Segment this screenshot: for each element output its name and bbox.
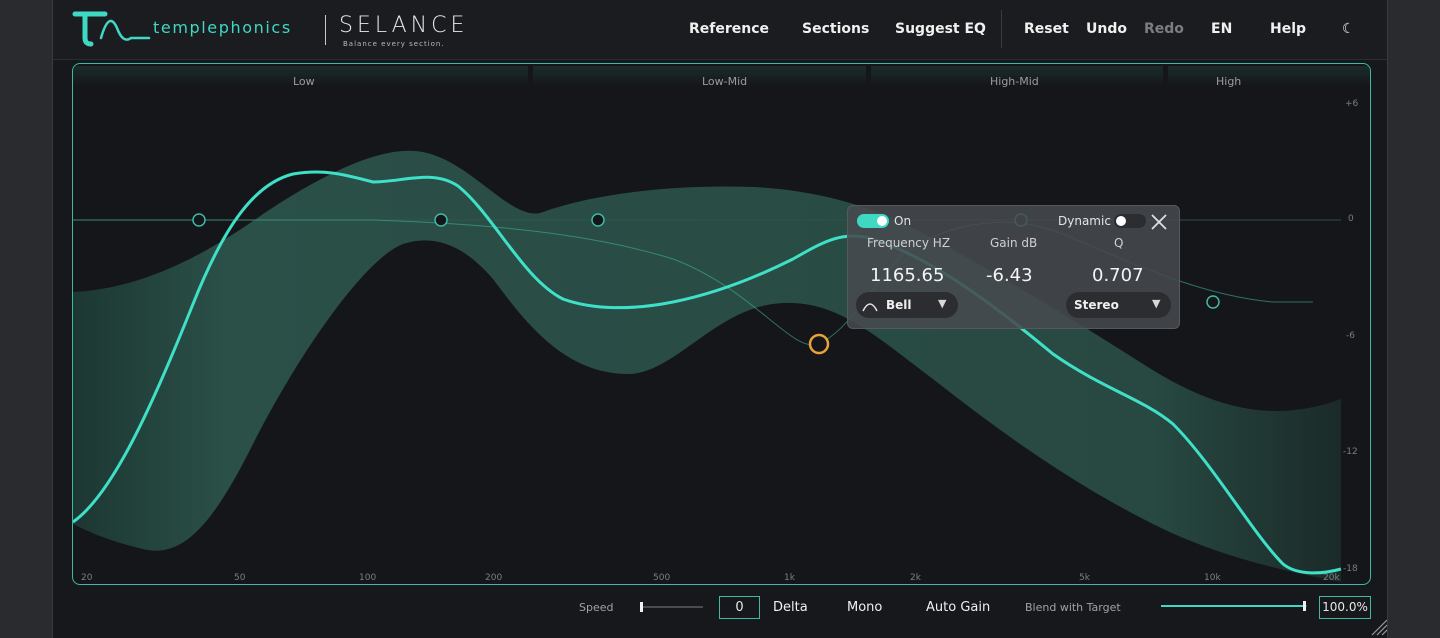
theme-toggle-icon[interactable]: ☾ <box>1342 21 1355 37</box>
speed-label: Speed <box>579 601 614 614</box>
frequency-value[interactable]: 1165.65 <box>870 265 944 286</box>
help-button[interactable]: Help <box>1270 21 1306 37</box>
channel-dropdown[interactable]: Stereo ▼ <box>1066 292 1171 318</box>
brand-name: templephonics <box>153 18 292 37</box>
selected-band-node[interactable] <box>808 333 830 355</box>
filter-shape-dropdown[interactable]: Bell ▼ <box>856 292 958 318</box>
q-label: Q <box>1114 236 1124 250</box>
freq-tick: 20k <box>1323 573 1340 583</box>
brand-divider <box>325 15 326 45</box>
suggest-eq-button[interactable]: Suggest EQ <box>895 21 986 37</box>
speed-slider[interactable] <box>639 600 705 614</box>
freq-tick: 50 <box>234 573 246 583</box>
band-settings-popup: On Dynamic Frequency HZ Gain dB Q 1165.6… <box>847 205 1180 329</box>
section-label-high-mid: High-Mid <box>990 75 1039 88</box>
blend-slider-thumb[interactable] <box>1303 601 1306 611</box>
section-strip-high <box>1168 66 1370 86</box>
resize-handle-icon[interactable] <box>1368 616 1388 636</box>
freq-tick: 100 <box>359 573 377 583</box>
db-tick: -18 <box>1343 564 1358 574</box>
dynamic-toggle[interactable] <box>1114 214 1146 228</box>
sections-button[interactable]: Sections <box>802 21 869 37</box>
band-on-toggle[interactable] <box>857 214 889 228</box>
band-node-1[interactable] <box>192 213 206 227</box>
blend-value-box[interactable]: 100.0% <box>1319 596 1371 619</box>
freq-tick: 20 <box>81 573 93 583</box>
product-name: SELANCE <box>339 13 469 38</box>
freq-tick: 2k <box>910 573 921 583</box>
mono-button[interactable]: Mono <box>847 600 882 615</box>
reset-button[interactable]: Reset <box>1024 21 1069 37</box>
blend-slider[interactable] <box>1159 599 1309 613</box>
band-on-label: On <box>894 214 912 228</box>
db-tick: -6 <box>1346 331 1355 341</box>
plugin-window: templephonics SELANCE Balance every sect… <box>52 0 1388 638</box>
undo-button[interactable]: Undo <box>1086 21 1127 37</box>
footer-bar: Speed 0 Delta Mono Auto Gain Blend with … <box>53 588 1388 638</box>
freq-tick: 200 <box>485 573 503 583</box>
chevron-down-icon: ▼ <box>938 297 947 310</box>
section-label-low-mid: Low-Mid <box>702 75 748 88</box>
freq-tick: 500 <box>653 573 671 583</box>
filter-shape-value: Bell <box>886 298 912 312</box>
band-node-3[interactable] <box>591 213 605 227</box>
speed-value-box[interactable]: 0 <box>719 596 760 619</box>
nav-divider <box>1001 10 1002 48</box>
language-button[interactable]: EN <box>1211 21 1232 37</box>
dynamic-label: Dynamic <box>1058 214 1111 228</box>
product-tagline: Balance every section. <box>343 40 445 48</box>
channel-value: Stereo <box>1074 298 1119 312</box>
section-label-high: High <box>1216 75 1242 88</box>
band-node-2[interactable] <box>434 213 448 227</box>
db-tick: 0 <box>1348 214 1354 224</box>
freq-tick: 5k <box>1079 573 1090 583</box>
bell-shape-icon <box>862 303 878 312</box>
delta-button[interactable]: Delta <box>773 600 808 615</box>
section-strip-low-mid <box>533 66 866 86</box>
blend-label: Blend with Target <box>1025 601 1121 614</box>
db-tick: +6 <box>1345 99 1359 109</box>
templephonics-logo-icon <box>72 11 151 47</box>
reference-button[interactable]: Reference <box>689 21 769 37</box>
auto-gain-button[interactable]: Auto Gain <box>926 600 990 615</box>
header-bar: templephonics SELANCE Balance every sect… <box>53 0 1387 60</box>
gain-value[interactable]: -6.43 <box>986 265 1033 286</box>
redo-button[interactable]: Redo <box>1144 21 1184 37</box>
band-node-6[interactable] <box>1206 295 1220 309</box>
freq-tick: 1k <box>784 573 795 583</box>
chevron-down-icon: ▼ <box>1152 297 1161 310</box>
gain-label: Gain dB <box>990 236 1038 250</box>
section-label-low: Low <box>293 75 315 88</box>
db-tick: -12 <box>1343 447 1358 457</box>
close-icon[interactable] <box>1148 211 1170 233</box>
q-value[interactable]: 0.707 <box>1092 265 1144 286</box>
frequency-label: Frequency HZ <box>867 236 951 250</box>
freq-tick: 10k <box>1204 573 1221 583</box>
